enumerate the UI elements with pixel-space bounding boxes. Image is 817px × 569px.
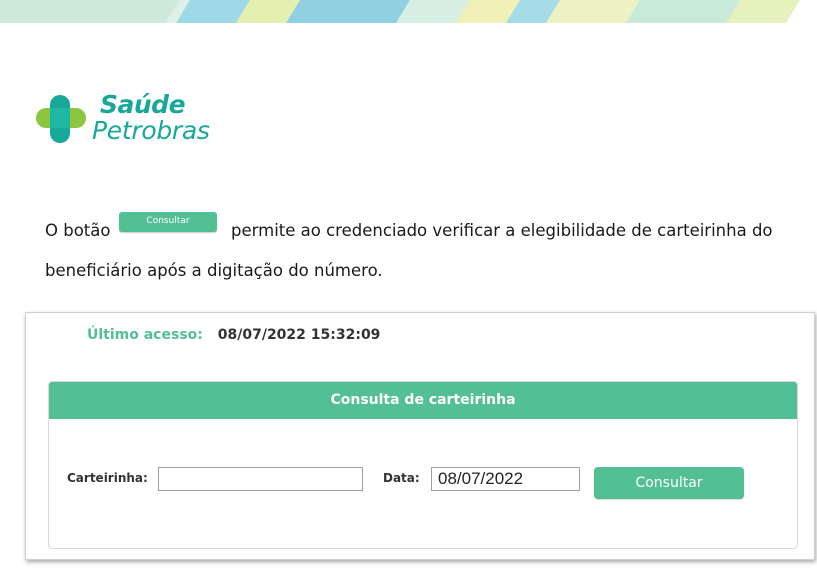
consult-button[interactable]: Consultar: [594, 467, 744, 499]
card-number-input[interactable]: [158, 467, 363, 491]
last-access-label: Último acesso:: [87, 327, 203, 343]
page: Saúde Petrobras O botão permite ao crede…: [0, 0, 817, 569]
description-before-button: O botão: [45, 221, 111, 240]
description-after-button: permite ao credenciado verificar a elegi…: [231, 221, 773, 240]
card-query-screen: Último acesso: 08/07/2022 15:32:09 Consu…: [25, 312, 815, 560]
panel-title: Consulta de carteirinha: [49, 382, 797, 419]
last-access: Último acesso: 08/07/2022 15:32:09: [87, 327, 380, 343]
card-query-panel: Consulta de carteirinha Carteirinha: Dat…: [48, 381, 798, 549]
logo-text-petrobras: Petrobras: [92, 116, 210, 145]
saude-petrobras-logo: Saúde Petrobras: [36, 90, 236, 148]
cross-logo-icon: [36, 95, 86, 143]
date-label: Data:: [383, 471, 420, 485]
description-line-2: beneficiário após a digitação do número.: [45, 261, 383, 280]
date-input[interactable]: [431, 467, 580, 491]
top-decorative-banner: [0, 0, 817, 23]
card-number-label: Carteirinha:: [67, 471, 148, 485]
last-access-value: 08/07/2022 15:32:09: [217, 327, 381, 343]
inline-consultar-button-illustration: Consultar: [119, 212, 217, 232]
